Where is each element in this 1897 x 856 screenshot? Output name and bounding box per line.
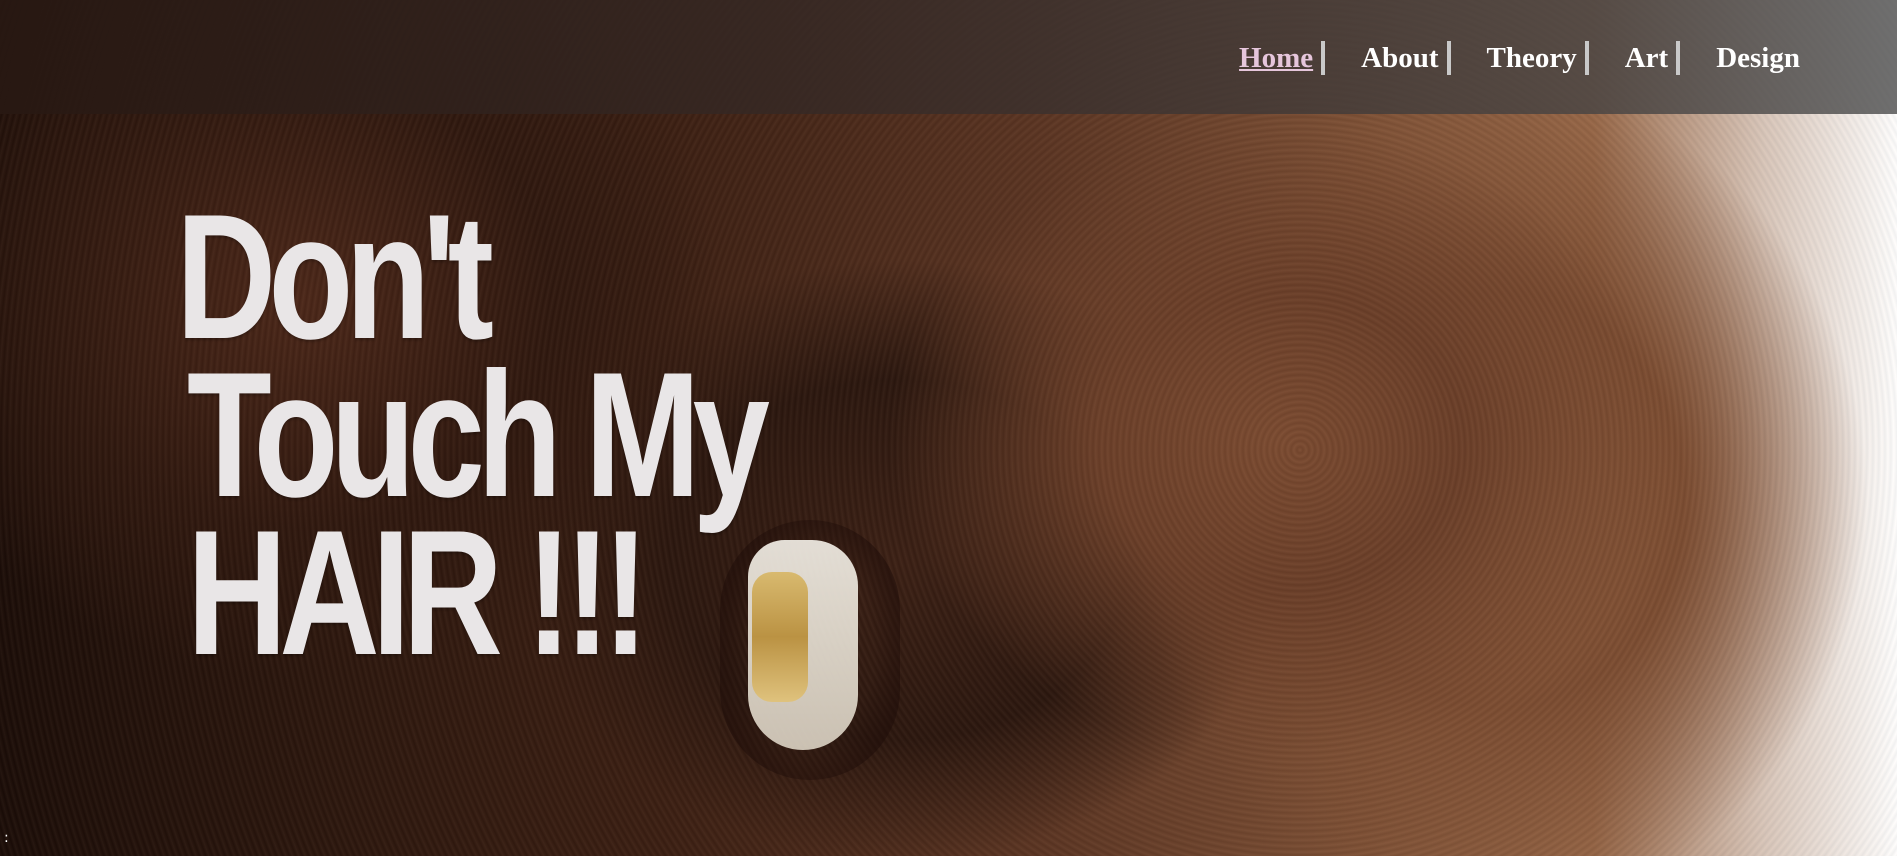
nav-link-about[interactable]: About bbox=[1361, 38, 1486, 78]
nav-link-label: About bbox=[1361, 42, 1439, 74]
nav-link-design[interactable]: Design bbox=[1716, 38, 1800, 78]
headline-line-1: Don't bbox=[176, 177, 494, 376]
nav-link-theory[interactable]: Theory bbox=[1487, 38, 1625, 78]
nav-link-art[interactable]: Art bbox=[1625, 38, 1716, 78]
corner-mark: : bbox=[4, 830, 9, 846]
nav-link-label: Art bbox=[1624, 42, 1669, 74]
nav-link-label: Design bbox=[1716, 42, 1800, 74]
hero-headline: Don't Touch My HAIR !!! bbox=[176, 177, 770, 692]
nav-link-label: Theory bbox=[1486, 42, 1577, 74]
page: Home About Theory Art Design Don't Touch bbox=[0, 0, 1897, 856]
nav-separator bbox=[1584, 41, 1589, 75]
nav-separator bbox=[1676, 41, 1681, 75]
headline-line-2: Touch My bbox=[186, 335, 770, 534]
nav-link-label: Home bbox=[1239, 42, 1314, 74]
main-nav: Home About Theory Art Design bbox=[1239, 38, 1800, 78]
top-navbar: Home About Theory Art Design bbox=[0, 0, 1897, 114]
nav-link-home[interactable]: Home bbox=[1239, 38, 1361, 78]
headline-line-3: HAIR !!! bbox=[186, 493, 649, 692]
nav-separator bbox=[1321, 41, 1326, 75]
nav-separator bbox=[1446, 41, 1451, 75]
